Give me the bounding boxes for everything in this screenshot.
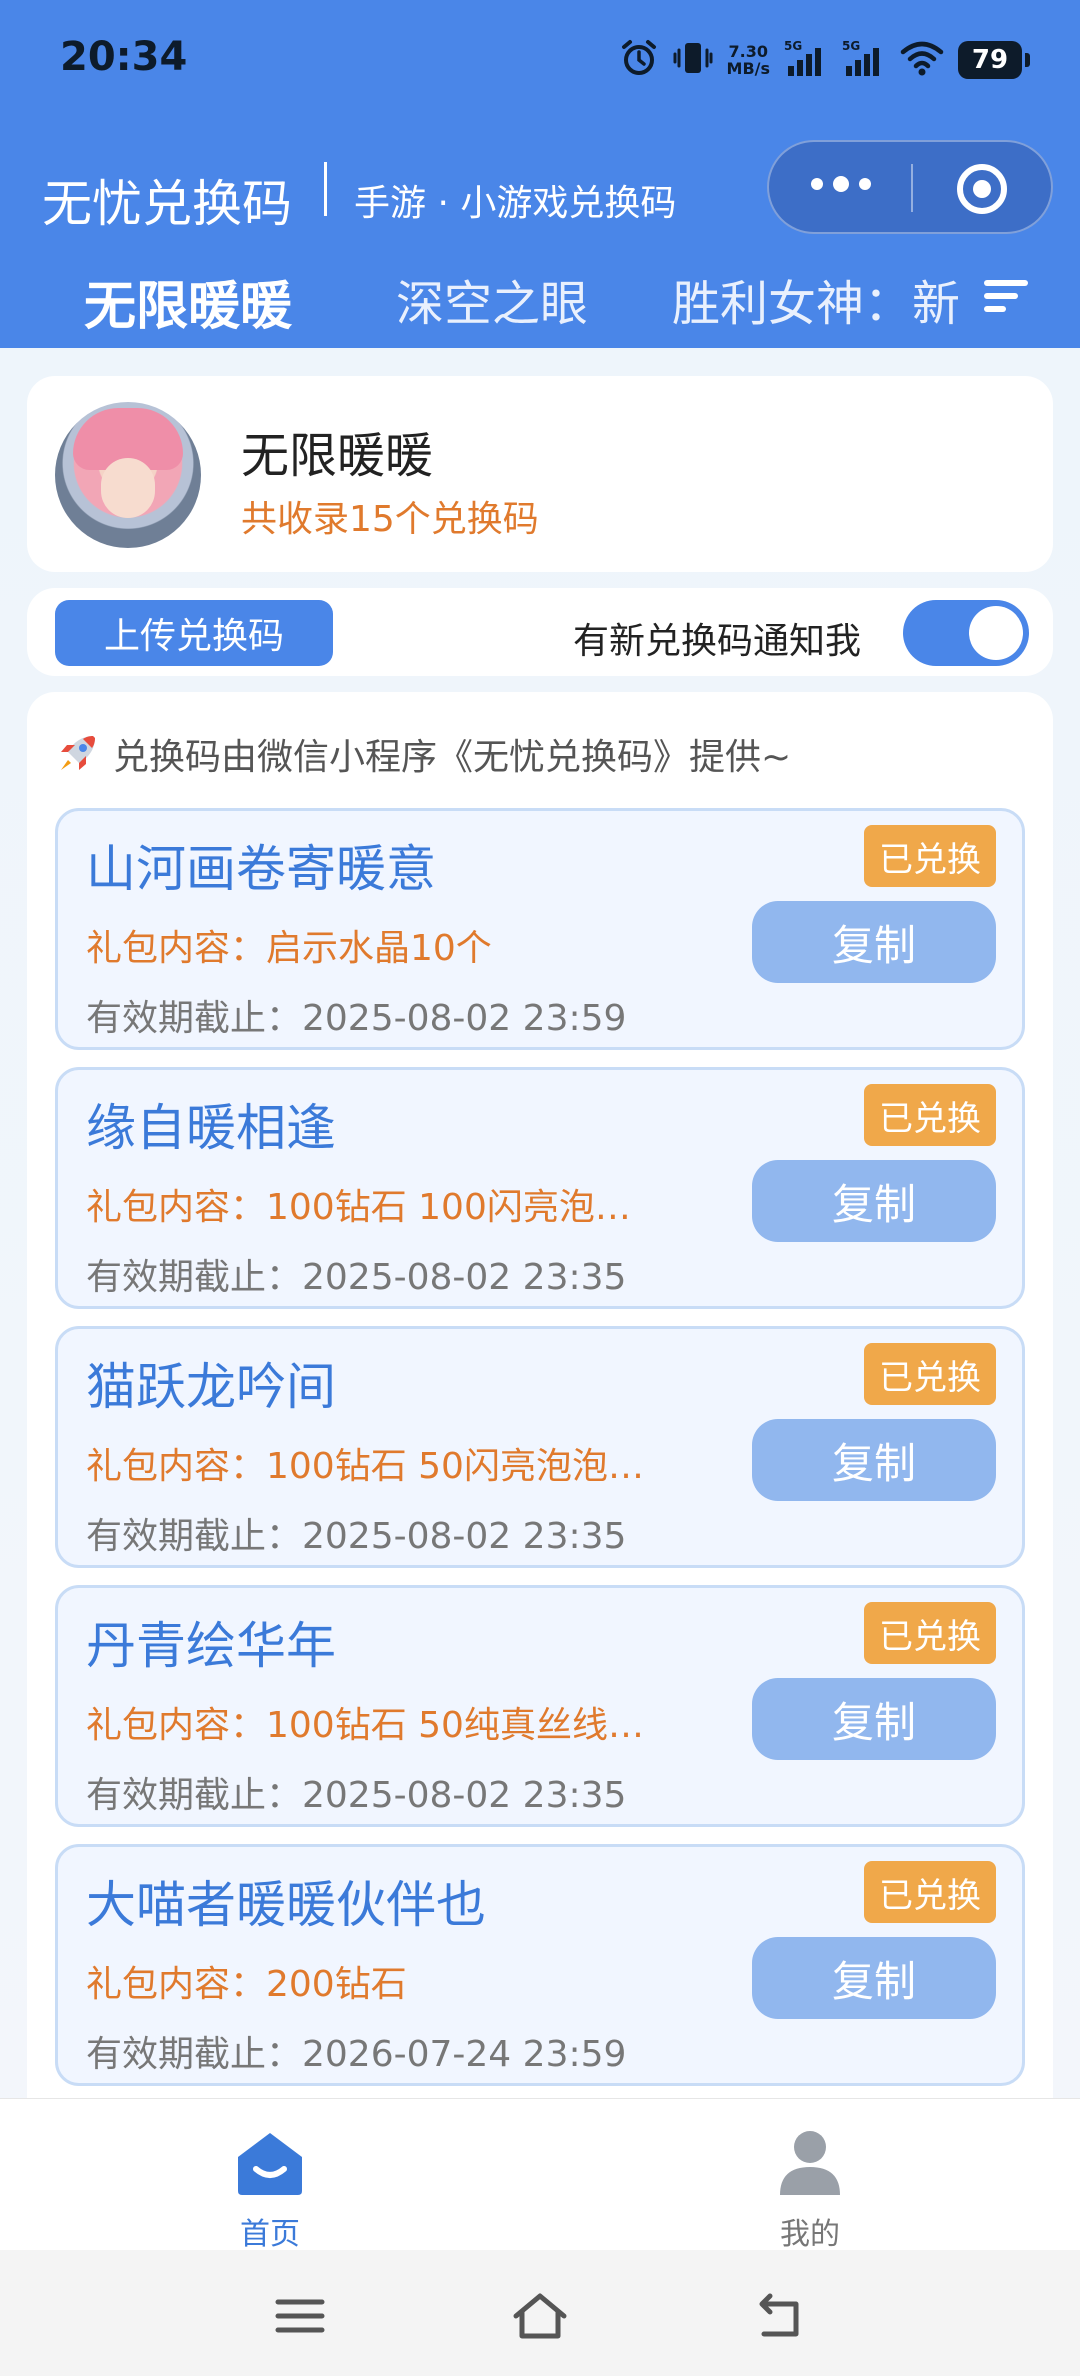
tab-shengli-nvshen[interactable]: 胜利女神：新 (672, 264, 960, 334)
copy-button[interactable]: 复制 (752, 1160, 996, 1242)
rocket-icon (53, 730, 101, 778)
code-content: 礼包内容：100钻石 50闪亮泡泡… (86, 1446, 644, 1487)
code-expiry: 有效期截止：2026-07-24 23:59 (86, 2034, 627, 2075)
game-name: 无限暖暖 (241, 428, 434, 484)
code-content: 礼包内容：100钻石 50纯真丝线… (86, 1705, 644, 1746)
back-icon[interactable] (750, 2286, 810, 2346)
game-tabs: 无限暖暖 深空之眼 胜利女神：新 (0, 254, 1080, 338)
title-divider (324, 162, 327, 216)
bottom-tab-bar: 首页 我的 (0, 2098, 1080, 2252)
home-icon (238, 2133, 302, 2195)
battery-level: 79 (971, 45, 1009, 75)
more-icon[interactable] (811, 176, 871, 192)
main-content: 无限暖暖 共收录15个兑换码 上传兑换码 有新兑换码通知我 兑换码由微信小程序《… (0, 348, 1080, 2106)
copy-button[interactable]: 复制 (752, 1937, 996, 2019)
redeemed-badge: 已兑换 (864, 1602, 996, 1664)
code-content: 礼包内容：启示水晶10个 (86, 928, 492, 969)
copy-button[interactable]: 复制 (752, 1419, 996, 1501)
provider-note: 兑换码由微信小程序《无忧兑换码》提供~ (53, 728, 791, 780)
status-time: 20:34 (60, 34, 188, 80)
wifi-icon (900, 38, 944, 82)
tab-home[interactable]: 首页 (170, 2115, 370, 2252)
status-icons: 7.30 MB/s 5G 5G 79 (619, 36, 1030, 84)
menu-icon[interactable] (270, 2286, 330, 2346)
capsule-divider (911, 164, 913, 212)
code-item: 猫跃龙吟间 礼包内容：100钻石 50闪亮泡泡… 有效期截止：2025-08-0… (55, 1326, 1025, 1568)
game-avatar (55, 402, 201, 548)
network-speed: 7.30 MB/s (727, 43, 770, 77)
code-item: 大喵者暖暖伙伴也 礼包内容：200钻石 有效期截止：2026-07-24 23:… (55, 1844, 1025, 2086)
home-nav-icon[interactable] (510, 2286, 570, 2346)
alarm-icon (619, 38, 659, 82)
signal-icon: 5G (784, 38, 828, 82)
notify-label: 有新兑换码通知我 (573, 621, 862, 662)
app-subtitle: 手游 · 小游戏兑换码 (354, 183, 677, 224)
network-speed-unit: MB/s (726, 59, 770, 78)
sim1-label: 5G (784, 39, 802, 53)
game-info-card: 无限暖暖 共收录15个兑换码 (27, 376, 1053, 572)
tab-profile-label: 我的 (780, 2217, 840, 2252)
upload-code-button[interactable]: 上传兑换码 (55, 600, 333, 666)
top-bar: 20:34 7.30 MB/s 5G 5G 79 无忧兑换码 手游 · 小游戏兑… (0, 0, 1080, 348)
provider-text: 兑换码由微信小程序《无忧兑换码》提供~ (113, 737, 792, 778)
copy-button[interactable]: 复制 (752, 1678, 996, 1760)
code-title: 缘自暖相逢 (86, 1099, 336, 1157)
list-menu-icon[interactable] (984, 276, 1030, 316)
tab-shenkong-zhiyan[interactable]: 深空之眼 (396, 264, 588, 334)
code-count: 共收录15个兑换码 (241, 499, 539, 540)
miniprogram-capsule (767, 140, 1053, 234)
sim2-label: 5G (842, 39, 860, 53)
signal-icon: 5G (842, 38, 886, 82)
tab-home-label: 首页 (240, 2217, 300, 2252)
code-title: 猫跃龙吟间 (86, 1358, 336, 1416)
code-item: 丹青绘华年 礼包内容：100钻石 50纯真丝线… 有效期截止：2025-08-0… (55, 1585, 1025, 1827)
redeemed-badge: 已兑换 (864, 1343, 996, 1405)
redeemed-badge: 已兑换 (864, 1084, 996, 1146)
codes-card: 兑换码由微信小程序《无忧兑换码》提供~ 山河画卷寄暖意 礼包内容：启示水晶10个… (27, 692, 1053, 2106)
code-title: 山河画卷寄暖意 (86, 840, 436, 898)
close-target-icon[interactable] (957, 164, 1007, 214)
app-title: 无忧兑换码 (42, 175, 292, 233)
tab-wuxian-nuannuan[interactable]: 无限暖暖 (84, 264, 292, 339)
status-bar: 20:34 7.30 MB/s 5G 5G 79 (0, 0, 1080, 120)
notify-toggle[interactable] (903, 600, 1029, 666)
code-title: 大喵者暖暖伙伴也 (86, 1876, 486, 1934)
title-row: 无忧兑换码 手游 · 小游戏兑换码 (0, 136, 1080, 246)
code-expiry: 有效期截止：2025-08-02 23:35 (86, 1775, 627, 1816)
vibrate-icon (673, 38, 713, 82)
copy-button[interactable]: 复制 (752, 901, 996, 983)
redeemed-badge: 已兑换 (864, 1861, 996, 1923)
tab-profile[interactable]: 我的 (710, 2115, 910, 2252)
code-content: 礼包内容：200钻石 (86, 1964, 407, 2005)
toggle-knob (969, 606, 1023, 660)
actions-card: 上传兑换码 有新兑换码通知我 (27, 588, 1053, 676)
system-nav-bar (0, 2250, 1080, 2376)
code-title: 丹青绘华年 (86, 1617, 336, 1675)
battery-icon: 79 (958, 41, 1030, 79)
code-content: 礼包内容：100钻石 100闪亮泡… (86, 1187, 631, 1228)
code-expiry: 有效期截止：2025-08-02 23:35 (86, 1257, 627, 1298)
redeemed-badge: 已兑换 (864, 825, 996, 887)
profile-icon (780, 2131, 840, 2195)
code-expiry: 有效期截止：2025-08-02 23:59 (86, 998, 627, 1039)
code-item: 缘自暖相逢 礼包内容：100钻石 100闪亮泡… 有效期截止：2025-08-0… (55, 1067, 1025, 1309)
code-expiry: 有效期截止：2025-08-02 23:35 (86, 1516, 627, 1557)
code-item: 山河画卷寄暖意 礼包内容：启示水晶10个 有效期截止：2025-08-02 23… (55, 808, 1025, 1050)
